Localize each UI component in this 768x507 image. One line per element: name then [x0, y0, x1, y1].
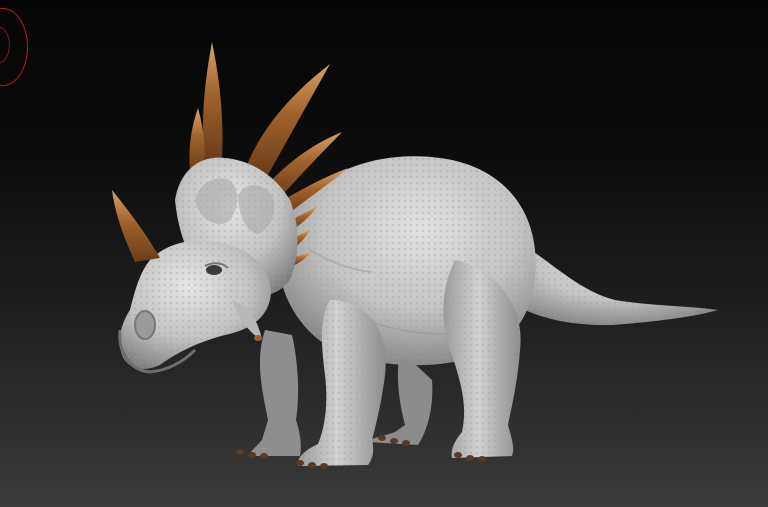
dinosaur-model[interactable] — [0, 0, 768, 507]
eye — [206, 265, 222, 275]
3d-viewport[interactable] — [0, 0, 768, 507]
nose-horn — [112, 190, 160, 262]
nostril — [134, 310, 156, 340]
far-front-leg — [248, 330, 301, 456]
